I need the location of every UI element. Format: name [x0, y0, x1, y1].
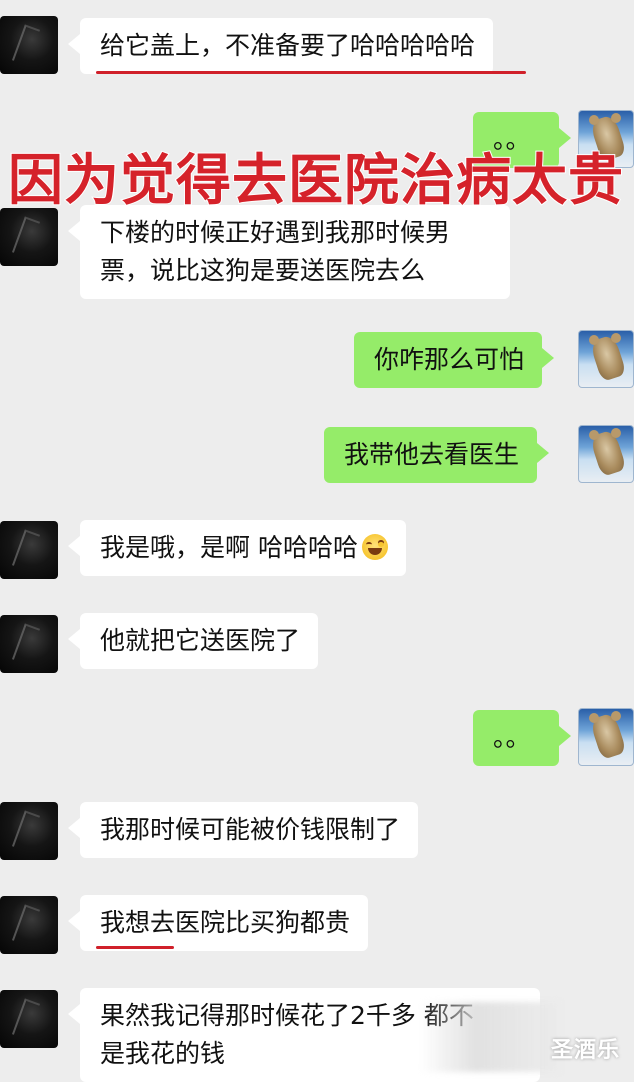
- message-bubble-incoming[interactable]: 他就把它送医院了: [67, 613, 319, 669]
- blur-overlay: [420, 1002, 560, 1072]
- message-text: 我带他去看医生: [344, 440, 520, 469]
- message-text: 你咋那么可怕: [374, 345, 525, 374]
- contact-avatar[interactable]: [0, 802, 58, 860]
- annotation-underline: [96, 71, 526, 74]
- message-bubble-incoming[interactable]: 给它盖上，不准备要了哈哈哈哈哈: [67, 18, 494, 74]
- contact-avatar[interactable]: [0, 990, 58, 1048]
- message-text: 给它盖上，不准备要了哈哈哈哈哈: [100, 31, 476, 60]
- message-text: 下楼的时候正好遇到我那时候男: [100, 218, 451, 247]
- message-text: 我想去医院比买狗都贵: [100, 908, 351, 937]
- message-text: 我那时候可能被价钱限制了: [100, 815, 401, 844]
- my-avatar[interactable]: [578, 425, 634, 483]
- message-bubble-incoming[interactable]: 下楼的时候正好遇到我那时候男 票，说比这狗是要送医院去么: [68, 205, 510, 299]
- message-text: 。。: [493, 723, 531, 752]
- message-text: 我是哦，是啊 哈哈哈哈: [100, 533, 358, 562]
- message-bubble-outgoing[interactable]: 你咋那么可怕: [354, 332, 555, 388]
- message-text: 票，说比这狗是要送医院去么: [100, 256, 426, 285]
- contact-avatar[interactable]: [0, 615, 58, 673]
- contact-avatar[interactable]: [0, 896, 58, 954]
- message-bubble-incoming[interactable]: 我想去医院比买狗都贵: [67, 895, 369, 951]
- headline-caption: 因为觉得去医院治病太贵: [7, 147, 625, 213]
- my-avatar[interactable]: [578, 330, 634, 388]
- message-bubble-incoming[interactable]: 我那时候可能被价钱限制了: [67, 802, 419, 858]
- message-bubble-outgoing[interactable]: 。。: [473, 710, 571, 766]
- chat-thread: 给它盖上，不准备要了哈哈哈哈哈 。。 因为觉得去医院治病太贵 下楼的时候正好遇到…: [0, 0, 634, 1082]
- message-bubble-incoming[interactable]: 我是哦，是啊 哈哈哈哈: [68, 520, 406, 576]
- laughing-tears-emoji-icon: [361, 534, 388, 560]
- message-bubble-outgoing[interactable]: 我带他去看医生: [324, 427, 550, 483]
- message-text: 他就把它送医院了: [100, 626, 301, 655]
- contact-avatar[interactable]: [0, 521, 58, 579]
- contact-avatar[interactable]: [0, 208, 58, 266]
- my-avatar[interactable]: [578, 708, 634, 766]
- watermark-text: 圣酒乐: [550, 1038, 620, 1063]
- annotation-underline: [96, 946, 174, 949]
- contact-avatar[interactable]: [0, 16, 58, 74]
